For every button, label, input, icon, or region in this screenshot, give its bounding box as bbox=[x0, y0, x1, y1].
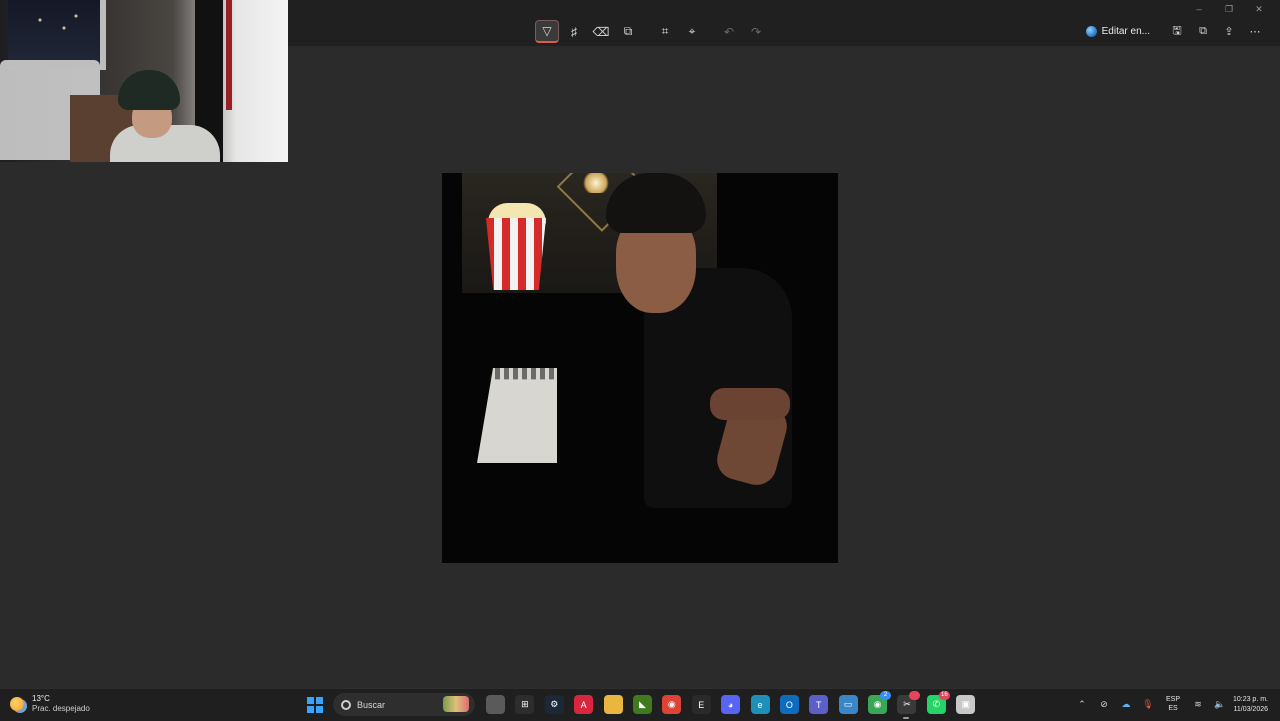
whatsapp-icon[interactable]: ✆ 16 bbox=[926, 691, 950, 714]
window-controls: – ❐ ✕ bbox=[1184, 2, 1274, 16]
shapes-button[interactable]: ⧉ bbox=[616, 20, 640, 43]
notepad-icon[interactable] bbox=[486, 695, 505, 714]
undo-icon: ↶ bbox=[723, 24, 735, 39]
paint-icon bbox=[1085, 26, 1097, 37]
notification-badge: 16 bbox=[938, 691, 950, 700]
system-tray: ⌃ ⊘ ☁ 🎙 ESP ES ≋ 🔈 bbox=[1072, 694, 1232, 714]
chrome-icon[interactable]: ◉ bbox=[662, 695, 682, 714]
pinned-apps: ⊞ ⚙ A ◣ ◉ E ◕ e O T ▭ ◉ 2 ✂ ✆ 16 ▣ bbox=[486, 691, 986, 719]
undo-button[interactable]: ↶ bbox=[717, 20, 741, 43]
more-button[interactable]: ⋯ bbox=[1242, 20, 1268, 43]
microphone-icon[interactable]: 🎙 bbox=[1138, 694, 1158, 714]
search-highlight-icon bbox=[443, 696, 469, 712]
photo-person bbox=[592, 173, 792, 508]
crop-icon: ⌗ bbox=[661, 24, 669, 38]
text-actions-icon: ⌖ bbox=[688, 24, 696, 38]
weather-widget[interactable]: 13°C Prac. despejado bbox=[10, 694, 90, 714]
steam-icon[interactable]: ⚙ bbox=[544, 695, 564, 714]
markup-tools: ▽ ♯ ⌫ ⧉ ⌗ ⌖ ↶ ↷ bbox=[535, 20, 771, 43]
clock[interactable]: 10:23 p. m. 11/03/2026 bbox=[1233, 695, 1268, 715]
weather-desc: Prac. despejado bbox=[32, 704, 90, 713]
microsoft-store-icon[interactable]: ⊞ bbox=[515, 695, 535, 714]
highlighter-icon: ♯ bbox=[571, 24, 577, 39]
highlighter-button[interactable]: ♯ bbox=[562, 20, 586, 43]
remote-desktop-icon[interactable]: ▭ bbox=[838, 695, 858, 714]
edge-icon[interactable]: e bbox=[750, 695, 770, 714]
popcorn-bucket bbox=[486, 218, 546, 290]
acrobat-icon[interactable]: A bbox=[574, 695, 594, 714]
onedrive-icon[interactable]: ☁ bbox=[1116, 694, 1136, 714]
save-icon: 🖫 bbox=[1172, 25, 1182, 37]
search-label: Buscar bbox=[357, 699, 386, 710]
language-indicator[interactable]: ESP ES bbox=[1166, 695, 1180, 713]
ballpoint-pen-icon: ▽ bbox=[542, 24, 552, 38]
edit-in-label: Editar en... bbox=[1101, 26, 1150, 37]
weather-temp: 13°C bbox=[32, 694, 50, 703]
share-button[interactable]: ⇪ bbox=[1216, 20, 1242, 43]
search-icon bbox=[341, 699, 351, 710]
epic-games-icon[interactable]: E bbox=[691, 695, 711, 714]
taskbar-search[interactable]: Buscar bbox=[333, 693, 475, 716]
edit-in-button[interactable]: Editar en... bbox=[1085, 26, 1150, 37]
discord-icon[interactable]: ◕ bbox=[721, 695, 741, 714]
ballpoint-pen-button[interactable]: ▽ bbox=[535, 20, 559, 43]
maximize-button[interactable]: ❐ bbox=[1214, 2, 1244, 16]
eraser-button[interactable]: ⌫ bbox=[589, 20, 613, 43]
copy-button[interactable]: ⧉ bbox=[1190, 20, 1216, 43]
text-actions-button[interactable]: ⌖ bbox=[680, 20, 704, 43]
outlook-icon[interactable]: O bbox=[779, 695, 799, 714]
start-button[interactable] bbox=[307, 697, 323, 713]
nvidia-icon[interactable]: ◣ bbox=[632, 695, 652, 714]
redo-icon: ↷ bbox=[750, 24, 762, 39]
shapes-icon: ⧉ bbox=[623, 24, 633, 38]
share-icon: ⇪ bbox=[1224, 26, 1234, 38]
webcam-person bbox=[110, 70, 230, 162]
minimize-button[interactable]: – bbox=[1184, 2, 1214, 16]
eraser-icon: ⌫ bbox=[592, 24, 610, 39]
redo-button[interactable]: ↷ bbox=[744, 20, 768, 43]
clock-time: 10:23 p. m. bbox=[1232, 696, 1268, 703]
weather-icon bbox=[10, 697, 24, 711]
crop-button[interactable]: ⌗ bbox=[653, 20, 677, 43]
wifi-icon[interactable]: ≋ bbox=[1188, 694, 1208, 714]
screen-capture-icon[interactable]: ▣ bbox=[956, 695, 976, 714]
snipping-tool-icon[interactable]: ✂ bbox=[897, 691, 921, 719]
taskbar: 13°C Prac. despejado Buscar ⊞ ⚙ A ◣ ◉ E ◕ e O T ▭ ◉… bbox=[0, 688, 1280, 721]
screenshot-image[interactable] bbox=[442, 173, 838, 563]
notification-badge bbox=[909, 691, 921, 700]
toolbar-actions: Editar en... 🖫 ⧉ ⇪ ⋯ bbox=[1085, 20, 1268, 43]
volume-icon[interactable]: 🔈 bbox=[1210, 694, 1230, 714]
chrome-profile-icon[interactable]: ◉ 2 bbox=[868, 691, 892, 714]
network-off-icon[interactable]: ⊘ bbox=[1094, 694, 1114, 714]
webcam-overlay bbox=[0, 0, 288, 162]
more-icon: ⋯ bbox=[1249, 26, 1261, 38]
running-indicator bbox=[903, 717, 910, 719]
file-explorer-icon[interactable] bbox=[603, 695, 623, 714]
close-button[interactable]: ✕ bbox=[1244, 2, 1274, 16]
notification-badge: 2 bbox=[880, 691, 892, 700]
chevron-up-icon[interactable]: ⌃ bbox=[1072, 694, 1092, 714]
clock-date: 11/03/2026 bbox=[1233, 706, 1268, 713]
copy-icon: ⧉ bbox=[1199, 25, 1207, 37]
film-decoration bbox=[477, 368, 557, 463]
teams-icon[interactable]: T bbox=[809, 695, 829, 714]
save-button[interactable]: 🖫 bbox=[1164, 20, 1190, 43]
